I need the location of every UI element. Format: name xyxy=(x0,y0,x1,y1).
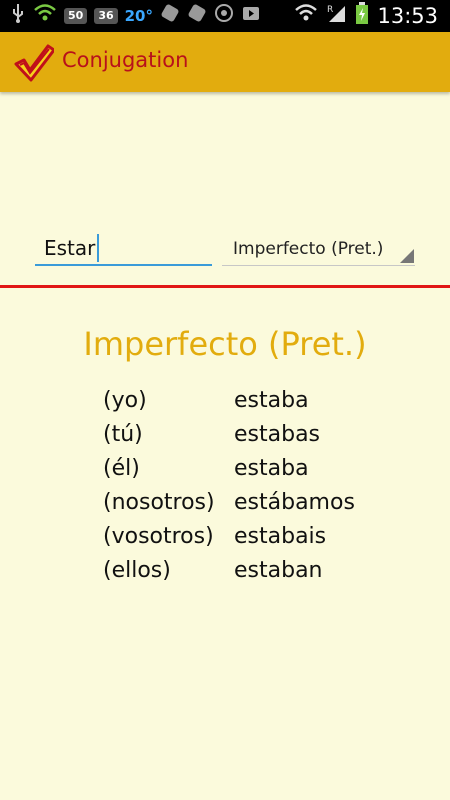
status-left: 50 36 20° xyxy=(10,3,261,30)
conjugation-row: (él) estaba xyxy=(103,456,403,490)
tense-heading: Imperfecto (Pret.) xyxy=(83,325,367,363)
clock: 13:53 xyxy=(377,4,438,28)
cell-signal-icon: R xyxy=(325,3,347,30)
conjugation-row: (ellos) estaban xyxy=(103,558,403,592)
cube-icon xyxy=(160,3,180,30)
tense-dropdown-value: Imperfecto (Pret.) xyxy=(233,239,384,259)
verb-form: estaba xyxy=(234,388,309,413)
svg-text:R: R xyxy=(327,5,333,15)
pronoun: (yo) xyxy=(103,388,147,413)
verb-form: estábamos xyxy=(234,490,355,515)
conjugation-row: (tú) estabas xyxy=(103,422,403,456)
badge-36-icon: 36 xyxy=(94,8,118,24)
conjugation-row: (yo) estaba xyxy=(103,388,403,422)
dropdown-arrow-icon xyxy=(400,249,414,263)
conjugation-row: (nosotros) estábamos xyxy=(103,490,403,524)
status-bar: 50 36 20° R 13:53 xyxy=(0,0,450,32)
badge-50-icon: 50 xyxy=(64,8,88,24)
action-bar: Conjugation xyxy=(0,32,450,92)
divider xyxy=(0,285,450,288)
weather-temperature: 20° xyxy=(124,7,153,25)
verb-form: estaban xyxy=(234,558,323,583)
pronoun: (ellos) xyxy=(103,558,171,583)
pronoun: (tú) xyxy=(103,422,143,447)
conjugation-table: (yo) estaba (tú) estabas (él) estaba (no… xyxy=(103,388,403,592)
wifi-icon xyxy=(33,3,57,29)
compass-icon xyxy=(214,3,234,30)
conjugation-row: (vosotros) estabais xyxy=(103,524,403,558)
verb-form: estabas xyxy=(234,422,321,447)
verb-form: estaba xyxy=(234,456,309,481)
wifi-signal-icon xyxy=(295,3,318,30)
usb-icon xyxy=(10,3,26,30)
checkmark-logo-icon[interactable] xyxy=(14,44,56,82)
pronoun: (nosotros) xyxy=(103,490,215,515)
status-right: R 13:53 xyxy=(295,1,438,31)
verb-form: estabais xyxy=(234,524,327,549)
pronoun: (vosotros) xyxy=(103,524,214,549)
verb-input[interactable] xyxy=(35,232,212,266)
pronoun: (él) xyxy=(103,456,140,481)
text-cursor xyxy=(97,234,99,262)
tense-dropdown[interactable]: Imperfecto (Pret.) xyxy=(222,234,415,266)
cube-icon xyxy=(187,3,207,30)
play-store-icon xyxy=(241,3,261,30)
battery-charging-icon xyxy=(355,1,369,31)
app-title: Conjugation xyxy=(62,48,189,72)
